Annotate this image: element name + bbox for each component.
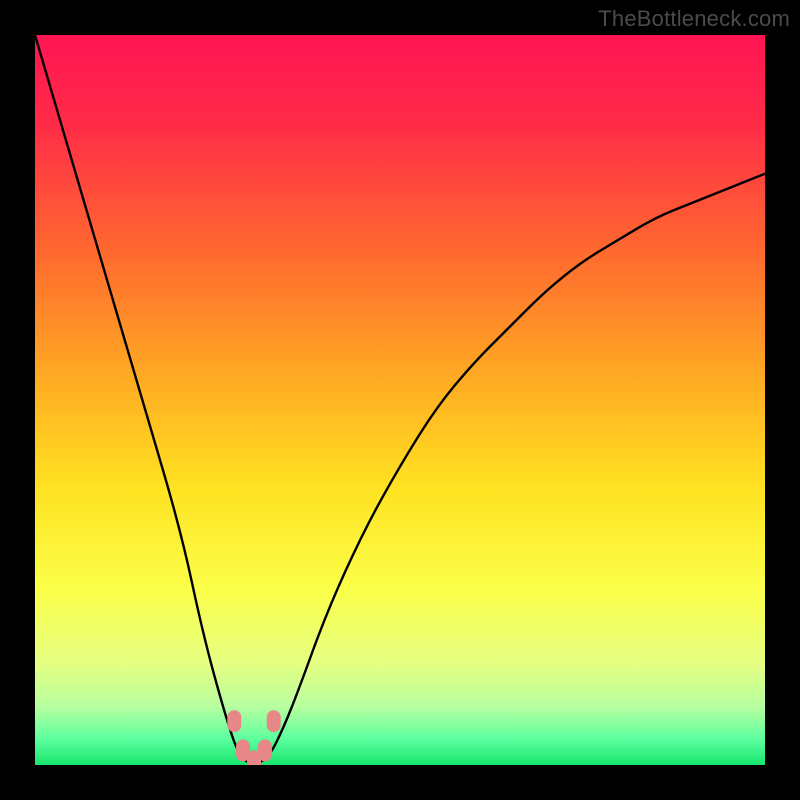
bottleneck-curve: [35, 35, 765, 765]
chart-frame: TheBottleneck.com: [0, 0, 800, 800]
curve-marker: [258, 739, 272, 761]
curve-markers: [227, 710, 280, 765]
curve-marker: [267, 710, 281, 732]
plot-area: [35, 35, 765, 765]
curve-marker: [227, 710, 241, 732]
watermark-label: TheBottleneck.com: [598, 6, 790, 32]
